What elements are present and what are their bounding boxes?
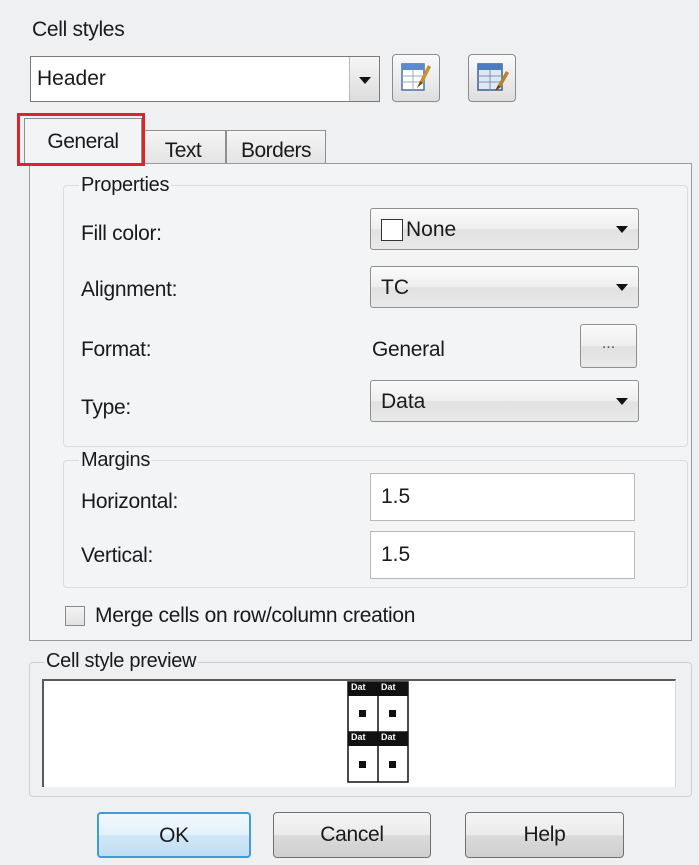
vertical-margin-input[interactable] [370,531,635,579]
properties-title: Properties [79,174,172,197]
chevron-down-icon [359,77,371,84]
general-tab-panel: Properties Fill color: None Alignment: T… [29,163,692,641]
format-browse-button[interactable]: ... [580,324,637,368]
fill-color-dropdown[interactable]: None [370,208,639,250]
chevron-down-icon [616,226,628,233]
color-swatch-icon [381,219,403,241]
cell-style-dropdown[interactable]: Header [30,56,380,102]
vertical-margin-field[interactable] [371,532,634,578]
margins-title: Margins [79,449,153,472]
preview-cell-text: Dat [381,682,396,692]
preview-canvas: Dat Dat Dat Dat [42,679,676,787]
horizontal-margin-input[interactable] [370,473,635,521]
chevron-down-icon [616,398,628,405]
manage-cell-styles-button[interactable] [468,54,516,102]
format-value: General [372,338,445,361]
merge-cells-checkbox[interactable] [65,606,85,626]
ok-button[interactable]: OK [97,812,251,858]
tab-text-label: Text [164,139,202,162]
format-label: Format: [81,338,152,361]
tab-text[interactable]: Text [140,130,226,164]
cancel-button[interactable]: Cancel [273,812,431,858]
preview-cell-text: Dat [351,682,366,692]
type-value: Data [381,390,426,413]
new-cell-style-button[interactable] [392,54,440,102]
merge-cells-label: Merge cells on row/column creation [95,604,416,627]
fill-color-value: None [406,218,457,241]
type-label: Type: [81,396,131,419]
cell-style-value: Header [37,67,106,90]
preview-cell-text: Dat [351,732,366,742]
preview-cell-text: Dat [381,732,396,742]
cell-style-dropdown-button[interactable] [349,57,379,101]
table-brush-icon [477,63,509,91]
ellipsis-icon: ... [601,335,616,352]
alignment-label: Alignment: [81,278,178,301]
horizontal-margin-field[interactable] [371,474,634,520]
help-button[interactable]: Help [465,812,624,858]
type-dropdown[interactable]: Data [370,380,639,422]
fill-color-label: Fill color: [81,222,162,245]
tab-borders[interactable]: Borders [226,130,326,164]
chevron-down-icon [616,284,628,291]
cell-styles-label: Cell styles [32,18,125,41]
vertical-label: Vertical: [81,544,153,567]
preview-title: Cell style preview [44,650,199,673]
edit-table-brush-icon [401,63,431,91]
alignment-value: TC [381,276,409,299]
highlight-box [17,113,145,166]
alignment-dropdown[interactable]: TC [370,266,639,308]
horizontal-label: Horizontal: [81,490,179,513]
tab-borders-label: Borders [240,139,312,162]
